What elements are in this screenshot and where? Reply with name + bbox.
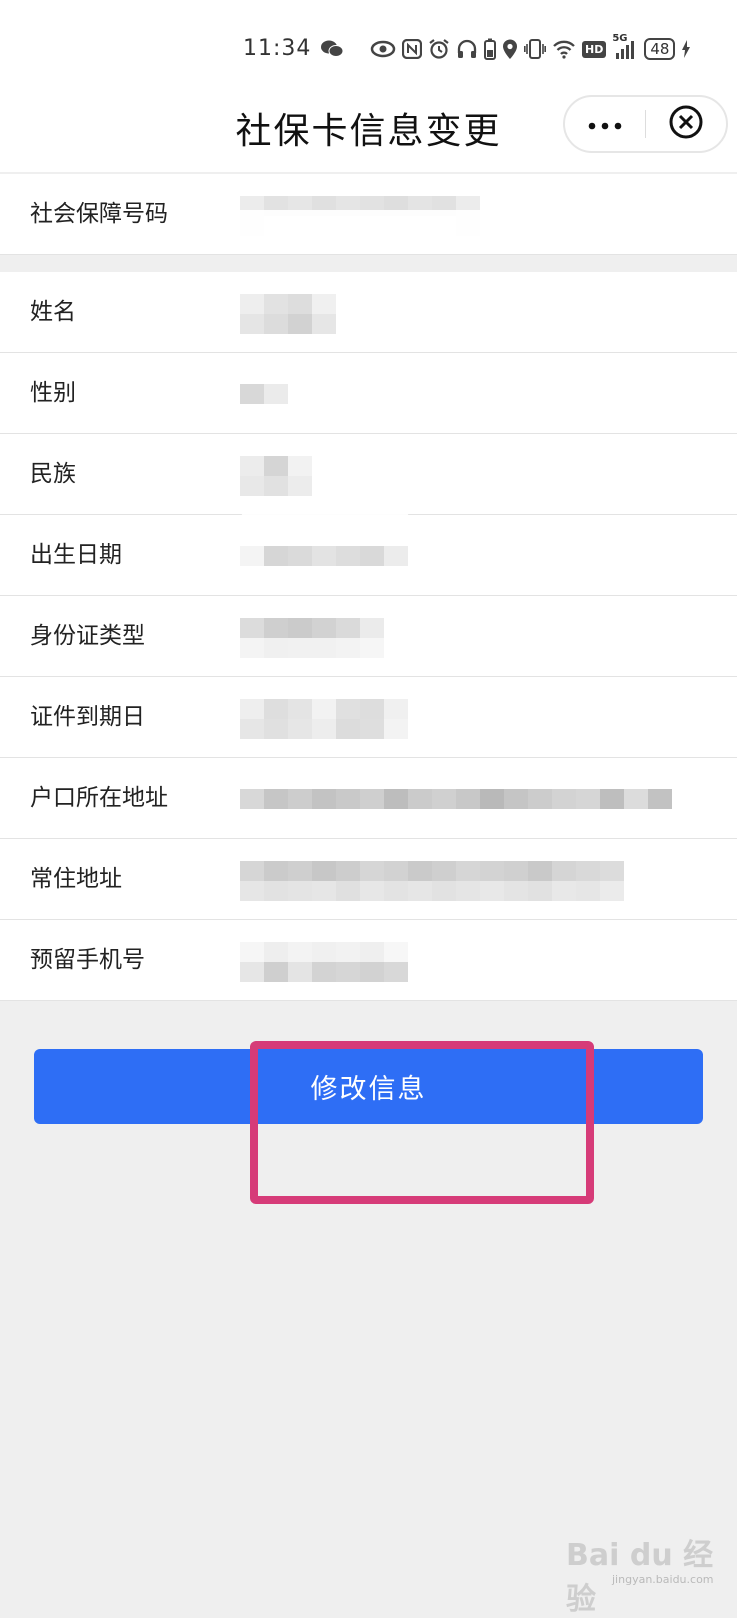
field-value-hukou-address-redacted	[240, 788, 672, 810]
field-row-gender: 性别	[0, 353, 737, 434]
wechat-icon	[320, 37, 344, 61]
more-icon	[588, 115, 622, 134]
field-value-id-type-redacted	[240, 618, 384, 658]
field-label-name: 姓名	[30, 299, 76, 325]
field-row-ssn: 社会保障号码	[0, 174, 737, 255]
baidu-watermark-url: jingyan.baidu.com	[612, 1573, 714, 1586]
redaction-smear	[200, 210, 590, 244]
wifi-icon	[552, 37, 576, 61]
close-button[interactable]	[646, 97, 726, 151]
status-bar: 11:34 HD 5G 48	[0, 0, 737, 92]
signal-icon: 5G	[612, 33, 638, 61]
hd-label: HD	[582, 40, 607, 58]
eye-icon	[370, 37, 396, 61]
field-row-phone: 预留手机号	[0, 920, 737, 1001]
ssn-card: 社会保障号码	[0, 174, 737, 255]
nfc-icon	[402, 37, 422, 61]
battery-small-icon	[484, 37, 496, 61]
field-label-gender: 性别	[30, 380, 76, 406]
status-icons: HD 5G 48	[320, 33, 691, 62]
field-value-birth-date-redacted	[240, 545, 408, 567]
field-row-id-expiry: 证件到期日	[0, 677, 737, 758]
field-label-ssn: 社会保障号码	[30, 201, 168, 227]
charging-icon	[681, 37, 691, 61]
field-label-residence-address: 常住地址	[30, 866, 122, 892]
vibrate-icon	[524, 37, 546, 61]
more-button[interactable]	[565, 97, 645, 151]
alarm-icon	[428, 37, 450, 61]
annotation-highlight-box	[250, 1041, 594, 1204]
field-label-phone: 预留手机号	[30, 947, 145, 973]
field-row-residence-address: 常住地址	[0, 839, 737, 920]
field-row-birth-date: 出生日期	[0, 509, 737, 596]
field-row-id-type: 身份证类型	[0, 596, 737, 677]
field-value-residence-address-redacted	[240, 861, 624, 901]
field-value-gender-redacted	[240, 383, 288, 405]
info-card: 姓名 性别 民族 出生日期 身份证类型 证件到期日 户口所在地址 常住地址 预留…	[0, 272, 737, 1001]
field-label-ethnicity: 民族	[30, 461, 76, 487]
location-icon	[502, 37, 518, 61]
field-label-id-type: 身份证类型	[30, 623, 145, 649]
status-time: 11:34	[243, 36, 312, 61]
close-icon	[668, 104, 704, 144]
network-label: 5G	[612, 33, 628, 44]
field-label-hukou-address: 户口所在地址	[30, 785, 168, 811]
field-label-id-expiry: 证件到期日	[30, 704, 145, 730]
hd-icon: HD	[582, 37, 607, 61]
miniprogram-capsule	[563, 95, 728, 153]
field-label-birth-date: 出生日期	[30, 542, 122, 568]
field-row-hukou-address: 户口所在地址	[0, 758, 737, 839]
field-value-id-expiry-redacted	[240, 699, 408, 739]
headphones-icon	[456, 37, 478, 61]
field-row-ethnicity: 民族	[0, 434, 737, 515]
field-value-name-redacted	[240, 294, 336, 334]
redaction-smear	[240, 509, 410, 533]
field-value-ethnicity-redacted	[240, 456, 312, 496]
nav-bar: 社保卡信息变更	[0, 92, 737, 172]
battery-indicator: 48	[644, 38, 676, 60]
field-row-name: 姓名	[0, 272, 737, 353]
field-value-phone-redacted	[240, 942, 408, 982]
